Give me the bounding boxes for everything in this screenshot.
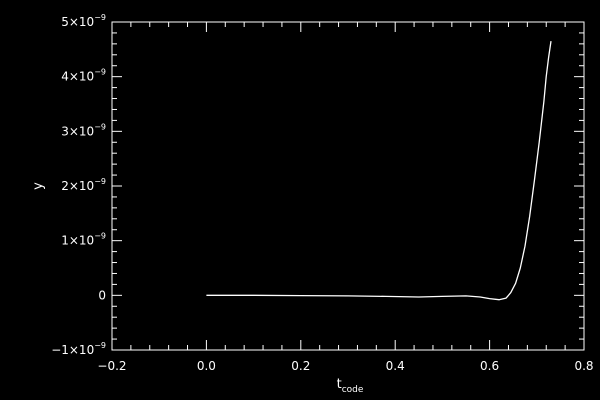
y-tick-label: 0: [98, 288, 106, 302]
x-tick-label: 0.0: [197, 359, 216, 373]
y-tick-mantissa: 5×10: [61, 15, 94, 29]
x-tick-label: 0.4: [386, 359, 405, 373]
x-tick-label: 0.2: [291, 359, 310, 373]
y-tick-exponent: −9: [94, 13, 106, 22]
y-tick-mantissa: 1×10: [61, 234, 94, 248]
y-tick-mantissa: 2×10: [61, 179, 94, 193]
y-tick-exponent: −9: [94, 68, 106, 77]
y-tick-mantissa: −1×10: [51, 343, 94, 357]
x-tick-label: 0.6: [480, 359, 499, 373]
y-tick-mantissa: 4×10: [61, 70, 94, 84]
y-tick-exponent: −9: [94, 122, 106, 131]
y-tick-exponent: −9: [94, 232, 106, 241]
y-tick-exponent: −9: [94, 177, 106, 186]
y-axis-title: y: [31, 182, 46, 190]
y-tick-mantissa: 3×10: [61, 124, 94, 138]
y-tick-exponent: −9: [94, 341, 106, 350]
x-tick-label: −0.2: [97, 359, 126, 373]
x-tick-label: 0.8: [574, 359, 593, 373]
chart: −0.2 0.0 0.2 0.4 0.6 0.8 −1×10−901×10−92×10−9…: [0, 0, 600, 400]
chart-background: [0, 0, 600, 400]
y-tick-mantissa: 0: [98, 288, 106, 302]
